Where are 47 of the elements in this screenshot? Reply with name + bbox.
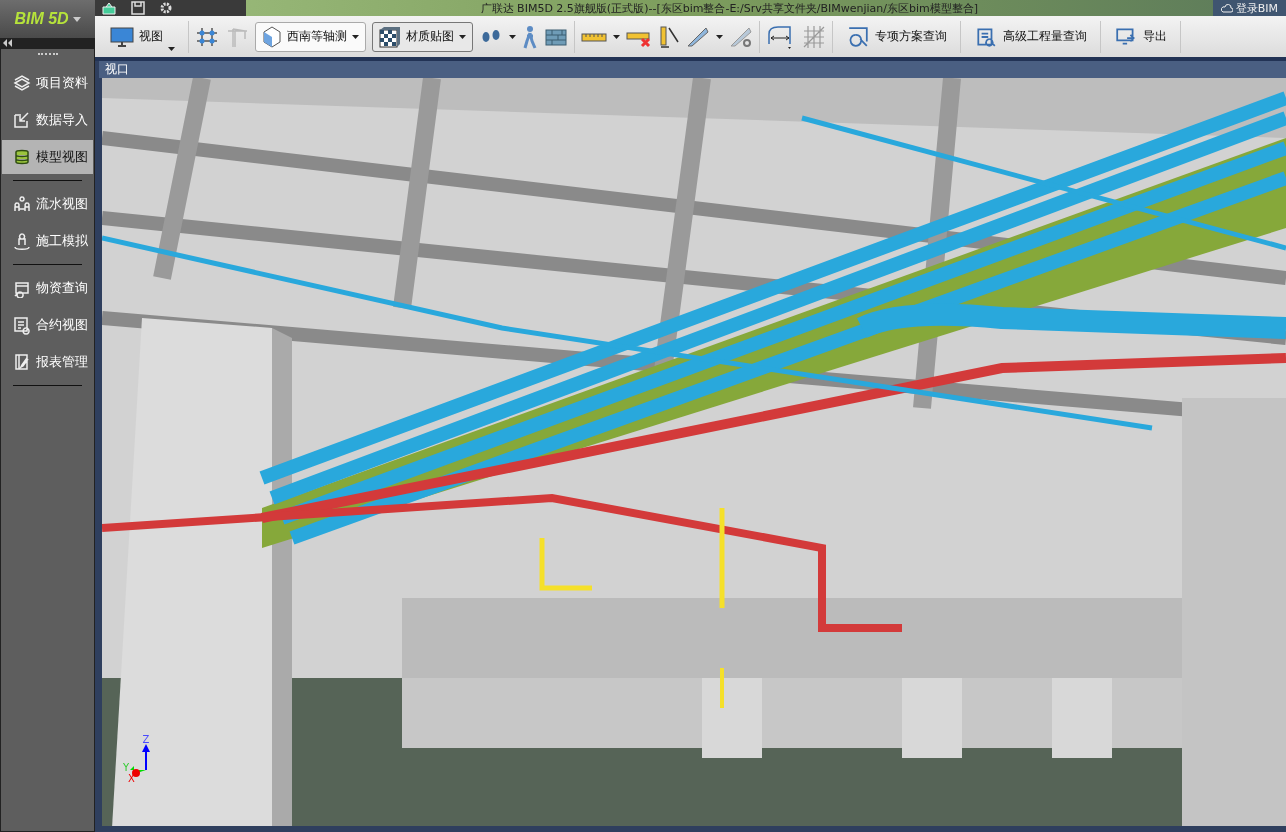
- sidebar-item[interactable]: 流水视图: [2, 187, 93, 221]
- sidebar-item[interactable]: 数据导入: [2, 103, 93, 137]
- sidebar-item[interactable]: 合约视图: [2, 308, 93, 342]
- caret-icon[interactable]: [716, 34, 723, 39]
- sidebar-item-icon: [12, 73, 32, 93]
- cube-icon: [262, 25, 282, 48]
- sidebar-item-icon: [12, 315, 32, 335]
- walking-person-icon[interactable]: [522, 24, 538, 49]
- caret-icon: [72, 16, 81, 22]
- sidebar-item-icon: [12, 352, 32, 372]
- grip-handle[interactable]: [37, 53, 58, 58]
- document-magnifier-icon: [974, 25, 998, 48]
- save-icon[interactable]: [131, 1, 145, 15]
- login-button[interactable]: 登录BIM: [1212, 0, 1286, 16]
- knife-icon[interactable]: [686, 25, 710, 48]
- axis-grid-icon[interactable]: [195, 25, 219, 48]
- sidebar-item[interactable]: 施工模拟: [2, 224, 93, 258]
- caret-icon: [352, 34, 359, 39]
- caret-icon: [459, 34, 466, 39]
- sidebar-item[interactable]: 模型视图: [2, 140, 93, 174]
- measure-icon[interactable]: [658, 24, 680, 49]
- collapse-bar[interactable]: [0, 38, 95, 48]
- magnifier-icon: [846, 25, 870, 48]
- sidebar-item-icon: [12, 147, 32, 167]
- sidebar-item-icon: [12, 110, 32, 130]
- sidebar-item[interactable]: 项目资料: [2, 66, 93, 100]
- 3d-building-model-drawing[interactable]: [102, 78, 1286, 826]
- sidebar-item[interactable]: 物资查询: [2, 271, 93, 305]
- sidebar-item-icon: [12, 231, 32, 251]
- caret-icon: [168, 46, 175, 51]
- monitor-icon: [110, 26, 134, 47]
- sidebar-item-icon: [12, 194, 32, 214]
- settings-icon[interactable]: [159, 1, 173, 15]
- toolbar-button[interactable]: 专项方案查询: [839, 21, 954, 52]
- view-angle-dropdown[interactable]: 西南等轴测: [255, 21, 366, 52]
- sidebar-item[interactable]: 报表管理: [2, 345, 93, 379]
- window-title: 广联达 BIM5D 2.5旗舰版(正式版)--[东区bim整合-E:/Srv共享文件夹/BIMwenjian/东区bim模型整合]: [479, 0, 980, 16]
- toolbar-button[interactable]: 导出: [1107, 21, 1174, 52]
- view-button[interactable]: 视图: [103, 21, 182, 52]
- viewport-title: 视口: [105, 61, 129, 78]
- caret-icon[interactable]: [613, 34, 620, 39]
- app-logo[interactable]: BIM 5D: [0, 0, 95, 38]
- caret-icon[interactable]: [509, 34, 516, 39]
- material-dropdown[interactable]: 材质贴图: [372, 21, 473, 52]
- toolbar-button[interactable]: 高级工程量查询: [967, 21, 1094, 52]
- checkered-cube-icon: [379, 25, 401, 48]
- knife-gear-icon[interactable]: [729, 25, 753, 48]
